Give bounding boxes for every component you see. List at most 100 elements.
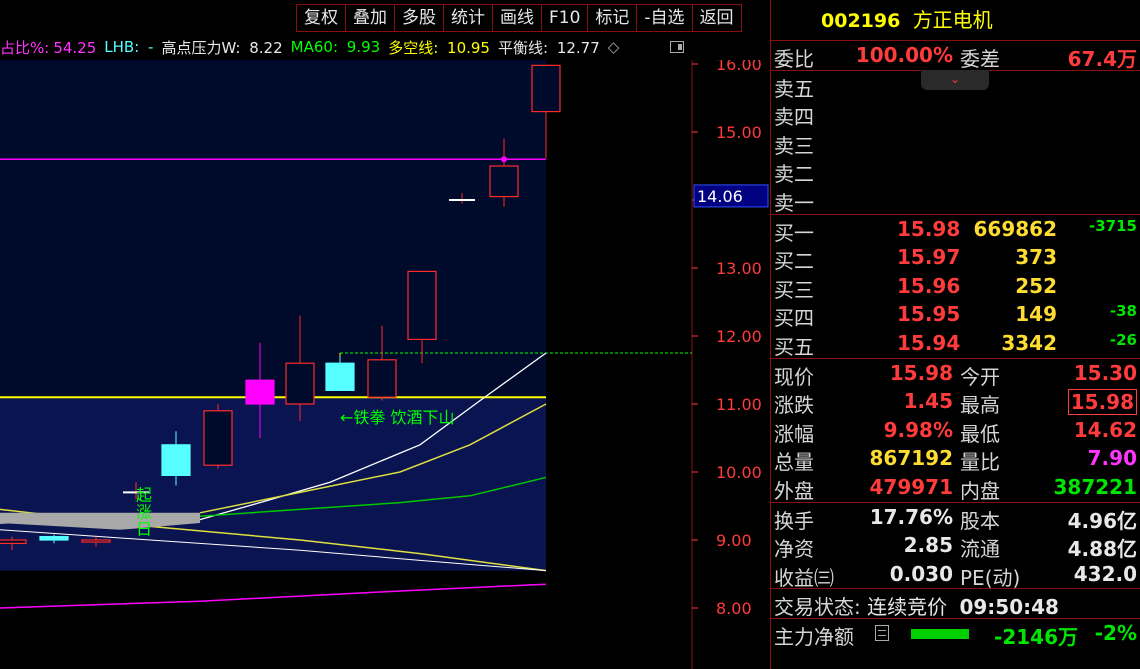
candle-body [367, 359, 397, 398]
buy-label: 买二 [774, 249, 814, 274]
price-tick-label: 9.00 [716, 531, 752, 550]
buy-row[interactable]: 买一 15.98 669862 -3715 [771, 215, 1140, 245]
toolbar-button-2[interactable]: 多股 [394, 5, 443, 31]
high-pressure-indicator: 高点压力W: 8.22 [161, 37, 286, 58]
balance-label: 平衡线: [497, 38, 549, 57]
long-short-value: 10.95 [447, 38, 490, 57]
capital-label: 股本 [960, 508, 1000, 533]
balance-value: 12.77 [556, 38, 600, 57]
volume-row: 总量 867192 量比 7.90 [771, 444, 1140, 475]
toolbar-button-0[interactable]: 复权 [297, 5, 345, 31]
buy-label: 买四 [774, 306, 814, 331]
candle-body [531, 64, 561, 113]
toolbar-button-5[interactable]: F10 [541, 5, 587, 31]
buy-row[interactable]: 买三 15.96 252 [771, 272, 1140, 302]
candle-body [245, 379, 275, 405]
toolbar-button-6[interactable]: 标记 [587, 5, 636, 31]
net-asset-label: 净资 [774, 537, 814, 562]
volume-ratio-value: 7.90 [1087, 446, 1137, 471]
change-value: 1.45 [903, 389, 953, 414]
kline-chart[interactable]: 16.0015.0014.0013.0012.0011.0010.009.008… [0, 60, 770, 669]
change-label: 涨跌 [774, 393, 814, 418]
pct-label: 涨幅 [774, 421, 814, 446]
inner-value: 387221 [1053, 474, 1138, 499]
ratio-label: 占比%: [0, 38, 50, 57]
capital-value: 4.96亿 [1067, 508, 1137, 533]
sell-label: 卖四 [774, 105, 814, 130]
high-pressure-value: 8.22 [249, 38, 283, 57]
price-tick-label: 10.00 [716, 463, 762, 482]
status-state: 连续竞价 [867, 595, 948, 620]
price-tick-label: 16.00 [716, 60, 762, 74]
buy-volume: 373 [1015, 245, 1057, 270]
start-label-char: 日 [136, 520, 152, 539]
flow-label: 主力净额 [774, 624, 854, 649]
outer-inner-row: 外盘 479971 内盘 387221 [771, 473, 1140, 503]
toolbar-button-8[interactable]: 返回 [691, 5, 741, 31]
candle-body [285, 362, 315, 405]
buy-row[interactable]: 买四 15.95 149 -38 [771, 300, 1140, 331]
lower-band [0, 397, 546, 571]
volume-value: 867192 [869, 446, 954, 471]
sell-label: 卖一 [774, 190, 814, 215]
quote-block: 现价 15.98 今开 15.30 涨跌 1.45 最高 15.98 涨幅 9.… [771, 357, 1140, 503]
price-tick-label: 15.00 [716, 123, 762, 142]
wb-value: 100.00% [855, 43, 953, 67]
sell-label: 卖五 [774, 76, 814, 101]
toolbar-button-4[interactable]: 画线 [492, 5, 541, 31]
open-label: 今开 [960, 364, 1000, 389]
candle-body [161, 444, 191, 476]
now-row: 现价 15.98 今开 15.30 [771, 359, 1140, 389]
lhb-label: LHB: [104, 38, 140, 56]
volume-ratio-label: 量比 [960, 450, 1000, 475]
upper-band [0, 60, 546, 398]
buy-price: 15.98 [897, 216, 961, 241]
ma60-value: 9.93 [346, 38, 381, 56]
sell-label: 卖二 [774, 162, 814, 187]
turnover-row: 换手 17.76% 股本 4.96亿 [771, 503, 1140, 533]
buy-label: 买五 [774, 334, 814, 359]
marker-dot [501, 156, 507, 163]
toolbar-button-3[interactable]: 统计 [443, 5, 492, 31]
float-label: 流通 [960, 537, 1000, 562]
buy-change: -38 [1109, 302, 1137, 321]
toolbar-button-7[interactable]: -自选 [636, 5, 691, 31]
diamond-icon[interactable]: ◇ [608, 38, 620, 56]
high-label: 最高 [960, 393, 1000, 418]
buy-change: -3715 [1089, 216, 1137, 235]
ratio-value: 54.25 [53, 38, 97, 57]
candle-body [489, 165, 519, 198]
eps-label: 收益㈢ [774, 565, 834, 590]
buy-volume: 252 [1015, 273, 1057, 298]
buy-row[interactable]: 买二 15.97 373 [771, 243, 1140, 274]
candle-body [203, 410, 233, 466]
toolbar-button-1[interactable]: 叠加 [345, 5, 394, 31]
pe-label: PE(动) [960, 565, 1021, 590]
document-icon[interactable] [875, 624, 889, 641]
annotation-text: ←铁拳 饮酒下山 [340, 408, 455, 427]
long-short-indicator: 多空线: 10.95 [388, 37, 494, 58]
sell-row: 卖一 [771, 185, 1140, 215]
window-toggle-icon[interactable] [670, 41, 684, 53]
long-short-label: 多空线: [388, 38, 439, 57]
ratio-row: 委比 100.00% 委差 67.4万 [771, 41, 1140, 71]
buy-row[interactable]: 买五 15.94 3342 -26 [771, 329, 1140, 359]
price-tick-label: 8.00 [716, 599, 752, 618]
float-value: 4.88亿 [1067, 537, 1137, 562]
buy-change: -26 [1109, 330, 1137, 349]
current-price-text: 14.06 [697, 187, 743, 206]
now-value: 15.98 [889, 360, 953, 385]
open-value: 15.30 [1073, 360, 1137, 385]
wb-label: 委比 [774, 47, 814, 71]
sell-row: 卖五 [771, 71, 1140, 101]
now-label: 现价 [774, 364, 814, 389]
wc-value: 67.4万 [1067, 47, 1137, 71]
sell-row: 卖三 [771, 128, 1140, 158]
outer-label: 外盘 [774, 478, 814, 503]
candle-body [407, 270, 437, 340]
buy-volume: 3342 [1001, 330, 1057, 355]
candle-body [39, 536, 69, 541]
stock-name: 方正电机 [912, 8, 993, 32]
outer-value: 479971 [869, 474, 954, 499]
quote-panel: 002196 方正电机 委比 100.00% 委差 67.4万 ⌄ 卖五 卖四 卖三… [770, 0, 1140, 669]
